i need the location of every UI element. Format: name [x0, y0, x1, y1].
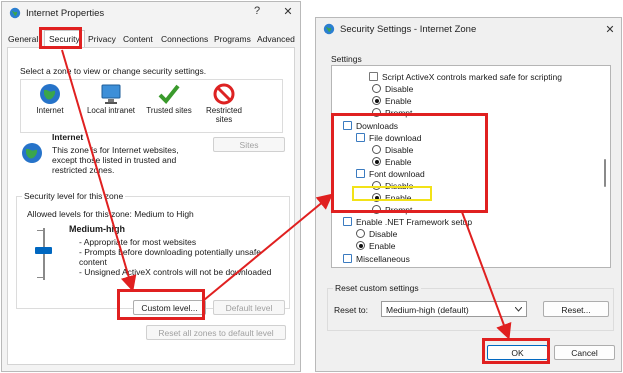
- annotation-arrows: [61, 49, 512, 340]
- arrow-downloads-to-ok: [461, 211, 512, 340]
- arrow-custom-to-dialog: [203, 193, 334, 301]
- arrow-tab-to-custom: [61, 49, 137, 292]
